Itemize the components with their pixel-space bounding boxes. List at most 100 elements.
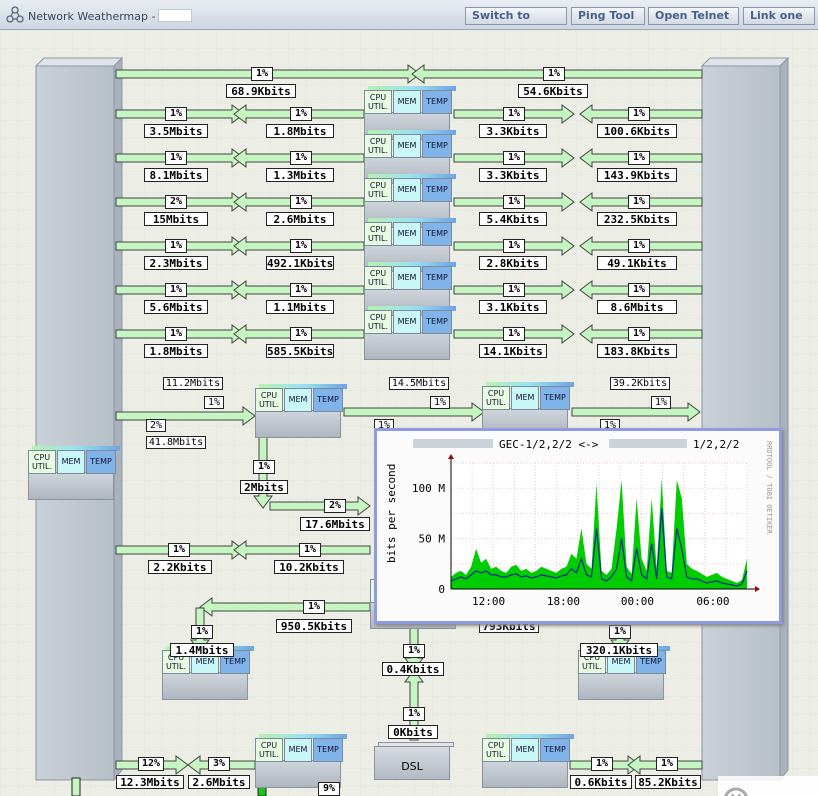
cpu-util-indicator[interactable]: CPU UTIL. xyxy=(364,90,392,114)
link-bandwidth[interactable]: 0Kbits xyxy=(388,725,438,739)
cpu-util-indicator[interactable]: CPU UTIL. xyxy=(364,222,392,246)
link-percent[interactable]: 1% xyxy=(543,67,565,81)
link-percent[interactable]: 1% xyxy=(290,239,312,253)
link-bandwidth[interactable]: 2.6Mbits xyxy=(188,775,250,789)
toolbar-button-switch-to[interactable]: Switch to xyxy=(465,7,567,25)
link-percent[interactable]: 1% xyxy=(303,600,325,614)
link-arrow[interactable] xyxy=(71,777,81,796)
link-bandwidth[interactable]: 11.2Mbits xyxy=(163,377,223,390)
link-bandwidth[interactable]: 1.8Mbits xyxy=(266,124,334,138)
link-percent[interactable]: 1% xyxy=(290,151,312,165)
link-percent[interactable]: 1% xyxy=(628,239,650,253)
temp-indicator[interactable]: TEMP xyxy=(422,178,452,202)
link-bandwidth[interactable]: 5.6Mbits xyxy=(144,300,208,314)
link-bandwidth[interactable]: 492.1Kbits xyxy=(266,256,334,270)
link-percent[interactable]: 1% xyxy=(165,107,187,121)
temp-indicator[interactable]: TEMP xyxy=(422,266,452,290)
link-bandwidth[interactable]: 14.5Mbits xyxy=(389,377,449,390)
link-percent[interactable]: 1% xyxy=(165,283,187,297)
link-bandwidth[interactable]: 2.3Mbits xyxy=(144,256,208,270)
link-percent[interactable]: 1% xyxy=(403,644,425,658)
temp-indicator[interactable]: TEMP xyxy=(422,310,452,334)
link-percent[interactable]: 1% xyxy=(165,151,187,165)
link-bandwidth[interactable]: 100.6Kbits xyxy=(597,124,677,138)
mem-indicator[interactable]: MEM xyxy=(284,388,312,412)
link-percent[interactable]: 9% xyxy=(318,782,340,796)
link-bandwidth[interactable]: 5.4Kbits xyxy=(479,212,547,226)
temp-indicator[interactable]: TEMP xyxy=(313,388,343,412)
link-percent[interactable]: 1% xyxy=(204,396,224,409)
link-bandwidth[interactable]: 2Mbits xyxy=(240,480,288,494)
link-bandwidth[interactable]: 68.9Kbits xyxy=(226,84,296,98)
toolbar-button-ping-tool[interactable]: Ping Tool xyxy=(571,7,645,25)
link-percent[interactable]: 1% xyxy=(503,195,525,209)
link-bandwidth[interactable]: 3.5Mbits xyxy=(144,124,208,138)
device-node[interactable]: CPU UTIL.MEMTEMP xyxy=(364,306,458,360)
link-percent[interactable]: 1% xyxy=(656,757,678,771)
link-bandwidth[interactable]: 0.6Kbits xyxy=(570,775,632,789)
link-bandwidth[interactable]: 3.3Kbits xyxy=(479,124,547,138)
traffic-graph-popup[interactable]: GEC-1/2,2/2 <-> 1/2,2/2 bits per second … xyxy=(374,428,782,624)
temp-indicator[interactable]: TEMP xyxy=(422,222,452,246)
link-percent[interactable]: 2% xyxy=(146,419,166,432)
mem-indicator[interactable]: MEM xyxy=(393,178,421,202)
link-percent[interactable]: 1% xyxy=(628,107,650,121)
link-percent[interactable]: 1% xyxy=(290,107,312,121)
mem-indicator[interactable]: MEM xyxy=(284,738,312,762)
cpu-util-indicator[interactable]: CPU UTIL. xyxy=(364,178,392,202)
mem-indicator[interactable]: MEM xyxy=(511,386,539,410)
link-percent[interactable]: 1% xyxy=(628,151,650,165)
link-bandwidth[interactable]: 1.3Mbits xyxy=(266,168,334,182)
link-bandwidth[interactable]: 3.1Kbits xyxy=(479,300,547,314)
link-percent[interactable]: 1% xyxy=(290,327,312,341)
dsl-node[interactable]: DSL xyxy=(374,742,456,780)
link-percent[interactable]: 1% xyxy=(165,327,187,341)
link-percent[interactable]: 12% xyxy=(138,757,164,771)
link-bandwidth[interactable]: 12.3Mbits xyxy=(116,775,184,789)
link-percent[interactable]: 1% xyxy=(430,396,450,409)
link-percent[interactable]: 1% xyxy=(503,327,525,341)
link-bandwidth[interactable]: 143.9Kbits xyxy=(597,168,677,182)
temp-indicator[interactable]: TEMP xyxy=(540,738,570,762)
cpu-util-indicator[interactable]: CPU UTIL. xyxy=(482,386,510,410)
link-percent[interactable]: 1% xyxy=(251,67,273,81)
link-percent[interactable]: 1% xyxy=(290,283,312,297)
link-percent[interactable]: 1% xyxy=(628,283,650,297)
link-bandwidth[interactable]: 585.5Kbits xyxy=(266,344,334,358)
device-node[interactable]: CPU UTIL.MEMTEMP xyxy=(255,734,349,788)
cpu-util-indicator[interactable]: CPU UTIL. xyxy=(255,388,283,412)
core-switch-left[interactable] xyxy=(34,56,124,782)
link-percent[interactable]: 1% xyxy=(628,327,650,341)
link-bandwidth[interactable]: 17.6Mbits xyxy=(300,517,370,531)
device-node[interactable]: CPU UTIL.MEMTEMP xyxy=(255,384,349,438)
link-bandwidth[interactable]: 1.4Mbits xyxy=(170,643,234,657)
link-bandwidth[interactable]: 8.6Mbits xyxy=(597,300,677,314)
link-bandwidth[interactable]: 0.4Kbits xyxy=(382,662,444,676)
link-percent[interactable]: 1% xyxy=(651,396,671,409)
cpu-util-indicator[interactable]: CPU UTIL. xyxy=(364,134,392,158)
toolbar-button-open-telnet[interactable]: Open Telnet xyxy=(648,7,739,25)
link-bandwidth[interactable]: 950.5Kbits xyxy=(276,619,352,633)
link-bandwidth[interactable]: 2.8Kbits xyxy=(479,256,547,270)
mem-indicator[interactable]: MEM xyxy=(511,738,539,762)
core-switch-right[interactable] xyxy=(700,56,790,782)
cpu-util-indicator[interactable]: CPU UTIL. xyxy=(364,310,392,334)
link-bandwidth[interactable]: 10.2Kbits xyxy=(274,560,344,574)
cpu-util-indicator[interactable]: CPU UTIL. xyxy=(255,738,283,762)
link-bandwidth[interactable]: 320.1Kbits xyxy=(580,643,658,657)
link-percent[interactable]: 1% xyxy=(609,625,631,639)
link-percent[interactable]: 1% xyxy=(168,543,190,557)
link-percent[interactable]: 1% xyxy=(165,239,187,253)
link-bandwidth[interactable]: 2.6Mbits xyxy=(266,212,334,226)
link-percent[interactable]: 1% xyxy=(591,757,613,771)
link-percent[interactable]: 1% xyxy=(503,107,525,121)
temp-indicator[interactable]: TEMP xyxy=(313,738,343,762)
cpu-util-indicator[interactable]: CPU UTIL. xyxy=(364,266,392,290)
mem-indicator[interactable]: MEM xyxy=(393,222,421,246)
link-bandwidth[interactable]: 54.6Kbits xyxy=(518,84,588,98)
link-bandwidth[interactable]: 41.8Mbits xyxy=(146,436,206,449)
link-percent[interactable]: 1% xyxy=(503,239,525,253)
link-bandwidth[interactable]: 15Mbits xyxy=(144,212,208,226)
link-bandwidth[interactable]: 85.2Kbits xyxy=(635,775,701,789)
temp-indicator[interactable]: TEMP xyxy=(540,386,570,410)
